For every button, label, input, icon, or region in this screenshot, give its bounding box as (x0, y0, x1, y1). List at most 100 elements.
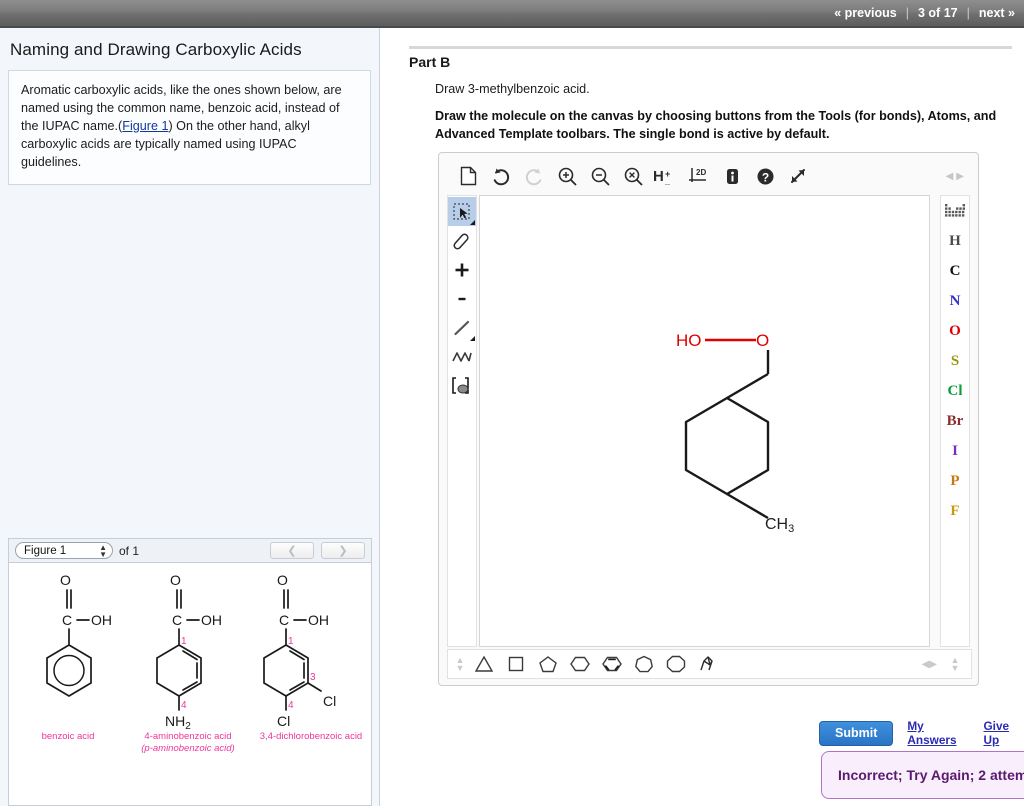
svg-text:H: H (653, 168, 664, 185)
submit-button[interactable]: Submit (819, 720, 894, 746)
svg-text:O: O (277, 572, 288, 588)
svg-text:1: 1 (181, 636, 187, 647)
info-icon[interactable] (717, 162, 747, 190)
page-counter: 3 of 17 (918, 6, 958, 20)
part-label: Part B (409, 54, 451, 70)
atom-o[interactable]: O (941, 316, 969, 346)
svg-text:C: C (279, 612, 289, 628)
canvas-label-o: O (756, 331, 769, 350)
figure-caption-1: benzoic acid (41, 731, 95, 742)
redo-icon (519, 162, 549, 190)
decrease-charge-icon[interactable] (448, 284, 476, 313)
atom-cl[interactable]: Cl (941, 376, 969, 406)
feedback-message: Incorrect; Try Again; 2 attempts remaini… (821, 751, 1024, 799)
svg-text:?: ? (761, 170, 768, 184)
square-template-icon[interactable] (500, 650, 532, 678)
template-scroll-up-down-icon[interactable]: ▲ ▼ (452, 656, 468, 673)
new-document-icon[interactable] (453, 162, 483, 190)
svg-text:1: 1 (288, 636, 294, 647)
pentagon-template-icon[interactable] (532, 650, 564, 678)
figure-count-label: of 1 (119, 543, 140, 558)
octagon-template-icon[interactable] (660, 650, 692, 678)
question-prompt: Draw 3-methylbenzoic acid. (435, 82, 590, 96)
svg-text:OH: OH (308, 612, 329, 628)
figure-select-value: Figure 1 (24, 544, 67, 557)
atom-s[interactable]: S (941, 346, 969, 376)
editor-template-toolbar: ▲ ▼ ◀▶ ▲ ▼ (447, 649, 972, 679)
zoom-out-icon[interactable] (585, 162, 615, 190)
right-question-panel: Part B Draw 3-methylbenzoic acid. Draw t… (381, 28, 1024, 806)
figure-prev-button[interactable]: ❮ (270, 542, 314, 559)
heptagon-template-icon[interactable] (628, 650, 660, 678)
top-navigation-bar: « previous | 3 of 17 | next » (0, 0, 1024, 28)
my-answers-link[interactable]: My Answers (907, 719, 969, 747)
svg-text:4: 4 (288, 700, 294, 711)
toolbar-scroll-arrows[interactable]: ◀ ▶ (946, 171, 964, 182)
figure-1-link[interactable]: Figure 1 (122, 119, 168, 133)
atom-br[interactable]: Br (941, 406, 969, 436)
drawn-molecule: HO O CH3 (676, 331, 794, 535)
single-bond-tool-icon[interactable] (448, 313, 476, 342)
triangle-template-icon[interactable] (468, 650, 500, 678)
periodic-table-icon[interactable] (941, 196, 969, 226)
undo-icon[interactable] (486, 162, 516, 190)
atom-f[interactable]: F (941, 496, 969, 526)
hydrogen-toggle-icon[interactable]: H + _ (651, 162, 681, 190)
atom-n[interactable]: N (941, 286, 969, 316)
svg-text:_: _ (664, 176, 671, 186)
editor-top-toolbar: H + _ 2D ? ◀ ▶ (447, 159, 972, 193)
drawing-canvas[interactable]: HO O CH3 (479, 195, 930, 647)
part-divider (409, 46, 1012, 49)
atom-p[interactable]: P (941, 466, 969, 496)
intro-text-box: Aromatic carboxylic acids, like the ones… (8, 70, 371, 186)
svg-text:OH: OH (201, 612, 222, 628)
figure-1-svg: O C OH O C OH NH2 1 4 O C OH Cl Cl 1 3 4 (46, 572, 336, 732)
figure-selector-bar: Figure 1 ▲ ▼ of 1 ❮ ❯ (8, 538, 372, 563)
figure-caption-2: 4-aminobenzoic acid (p-aminobenzoic acid… (141, 731, 235, 754)
give-up-link[interactable]: Give Up (984, 719, 1024, 747)
expand-icon[interactable] (783, 162, 813, 190)
svg-text:O: O (60, 572, 71, 588)
canvas-label-ch3: CH3 (765, 516, 794, 535)
toolbar-scroll-left-icon[interactable]: ◀ (946, 171, 954, 182)
figure-image-panel: O C OH O C OH NH2 1 4 O C OH Cl Cl 1 3 4… (8, 563, 372, 806)
editor-tools-toolbar (447, 195, 477, 647)
previous-link[interactable]: « previous (825, 6, 906, 20)
svg-text:O: O (170, 572, 181, 588)
help-icon[interactable]: ? (750, 162, 780, 190)
template-resize-icon[interactable]: ▲ ▼ (947, 656, 963, 673)
select-spinner-icon: ▲ ▼ (99, 542, 107, 559)
toolbar-scroll-right-icon[interactable]: ▶ (956, 171, 964, 182)
svg-text:OH: OH (91, 612, 112, 628)
svg-text:3: 3 (310, 672, 316, 683)
bracket-tool-icon[interactable] (448, 371, 476, 400)
left-content-panel: Naming and Drawing Carboxylic Acids Arom… (0, 28, 380, 806)
next-link[interactable]: next » (970, 6, 1024, 20)
canvas-label-ho: HO (676, 331, 702, 350)
svg-text:Cl: Cl (277, 713, 290, 729)
page-title: Naming and Drawing Carboxylic Acids (10, 40, 302, 59)
figure-select[interactable]: Figure 1 ▲ ▼ (15, 542, 113, 559)
figure-next-button[interactable]: ❯ (321, 542, 365, 559)
template-scroll-left-right-icon[interactable]: ◀▶ (922, 659, 937, 670)
svg-text:Cl: Cl (323, 693, 336, 709)
template-toolbar-controls: ◀▶ ▲ ▼ (922, 656, 967, 673)
increase-charge-icon[interactable] (448, 255, 476, 284)
atom-c[interactable]: C (941, 256, 969, 286)
eraser-tool-icon[interactable] (448, 226, 476, 255)
figure-caption-3: 3,4-dichlorobenzoic acid (259, 731, 363, 742)
zoom-in-icon[interactable] (552, 162, 582, 190)
chain-tool-icon[interactable] (448, 342, 476, 371)
clean-2d-icon[interactable]: 2D (684, 162, 714, 190)
answer-actions: Submit My Answers Give Up (819, 719, 1024, 747)
zoom-reset-icon[interactable] (618, 162, 648, 190)
benzene-template-icon[interactable] (596, 650, 628, 678)
hexagon-template-icon[interactable] (564, 650, 596, 678)
question-instructions: Draw the molecule on the canvas by choos… (435, 109, 997, 141)
advanced-template-icon[interactable] (692, 650, 724, 678)
atom-h[interactable]: H (941, 226, 969, 256)
figure-nav-buttons: ❮ ❯ (270, 542, 365, 559)
editor-atoms-toolbar: H C N O S Cl Br I P F (940, 195, 970, 647)
atom-i[interactable]: I (941, 436, 969, 466)
select-tool-icon[interactable] (448, 197, 476, 226)
